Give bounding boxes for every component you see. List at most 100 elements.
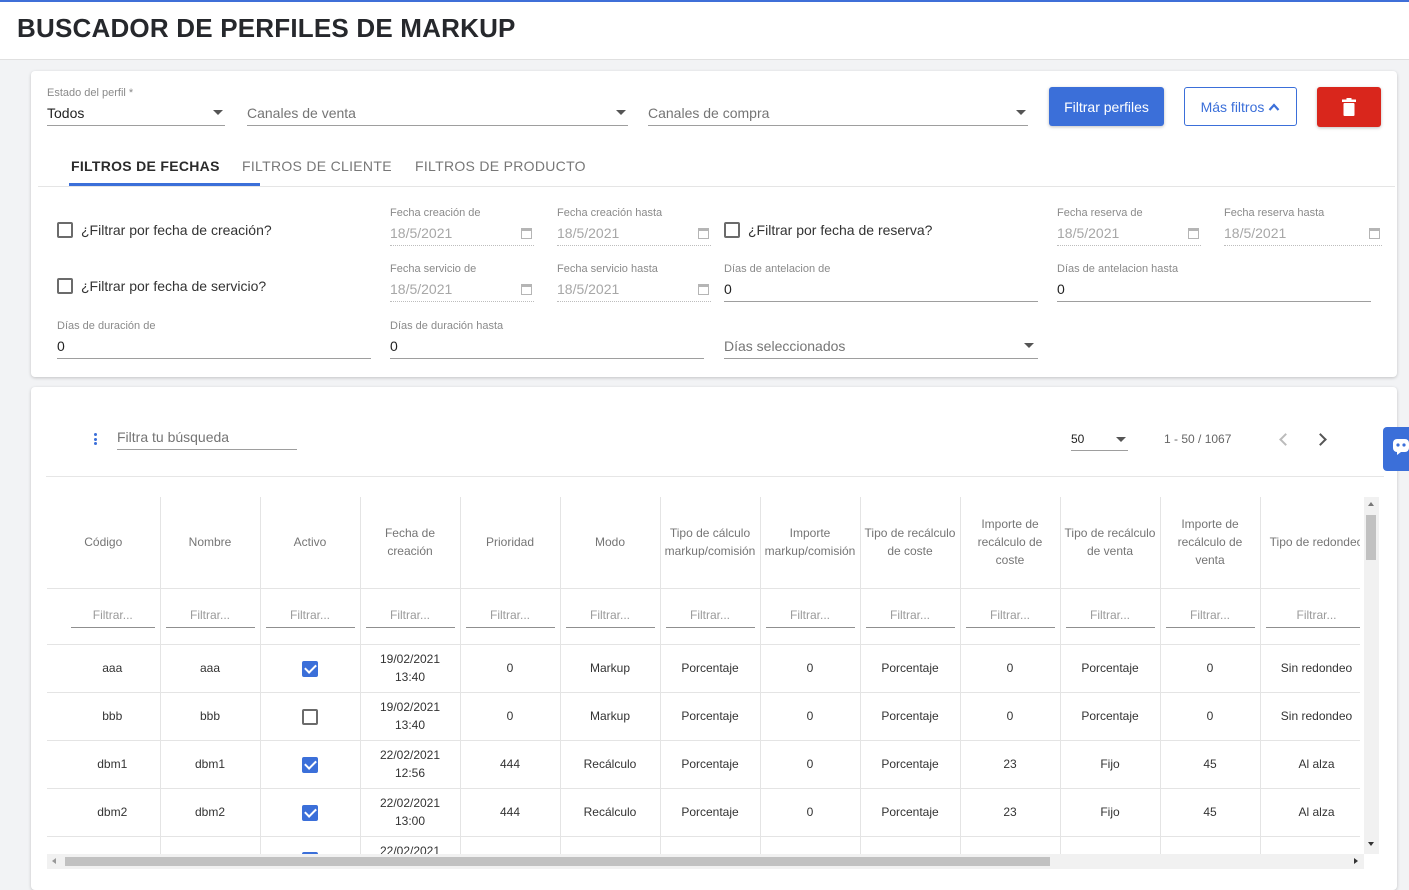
column-filter[interactable]: Filtrar...: [660, 588, 761, 645]
col-header[interactable]: Código: [47, 497, 161, 589]
column-filter[interactable]: Filtrar...: [860, 588, 961, 645]
filtrar-perfiles-label: Filtrar perfiles: [1064, 98, 1149, 115]
cell-tipo-coste: Porcentaje: [860, 740, 961, 789]
support-chat-tab[interactable]: [1383, 427, 1409, 471]
table-row[interactable]: dbm2 dbm2 22/02/2021 13:00 444 Recálculo …: [47, 788, 1360, 837]
activo-checkbox[interactable]: [302, 708, 318, 725]
calendar-icon[interactable]: [1188, 228, 1199, 239]
servicio-checkbox[interactable]: [57, 278, 73, 294]
calendar-icon[interactable]: [1369, 228, 1380, 239]
column-filter-input[interactable]: Filtrar...: [1065, 606, 1155, 628]
col-header[interactable]: Importe markup/comisión: [760, 497, 861, 589]
antelacion-hasta-field[interactable]: Días de antelacion hasta 0: [1057, 263, 1371, 303]
duracion-hasta-label: Días de duración hasta: [390, 320, 504, 332]
col-header[interactable]: Prioridad: [460, 497, 561, 589]
scroll-right-arrow-icon[interactable]: [1354, 858, 1358, 864]
creacion-checkbox[interactable]: [57, 222, 73, 238]
page-title: BUSCADOR DE PERFILES DE MARKUP: [17, 13, 516, 43]
duracion-de-field[interactable]: Días de duración de 0: [57, 320, 371, 360]
column-filter[interactable]: Filtrar...: [960, 588, 1061, 645]
fecha-reserva-de-value: 18/5/2021: [1057, 225, 1120, 241]
fecha-servicio-de-field[interactable]: Fecha servicio de 18/5/2021: [390, 263, 534, 303]
scroll-up-arrow-icon[interactable]: [1368, 502, 1374, 506]
fecha-reserva-de-field[interactable]: Fecha reserva de 18/5/2021: [1057, 207, 1201, 247]
dias-seleccionados-select[interactable]: Días seleccionados: [724, 320, 1038, 360]
antelacion-de-field[interactable]: Días de antelacion de 0: [724, 263, 1038, 303]
horizontal-scroll-thumb[interactable]: [65, 857, 1050, 866]
next-page-icon[interactable]: [1314, 433, 1327, 446]
calendar-icon[interactable]: [521, 284, 532, 295]
calendar-icon[interactable]: [698, 228, 709, 239]
column-filter-input[interactable]: Filtrar...: [865, 606, 955, 628]
calendar-icon[interactable]: [698, 284, 709, 295]
column-filter-input[interactable]: Filtrar...: [265, 606, 355, 628]
column-filter-input[interactable]: Filtrar...: [1165, 606, 1255, 628]
col-header[interactable]: Activo: [260, 497, 361, 589]
fecha-reserva-hasta-field[interactable]: Fecha reserva hasta 18/5/2021: [1224, 207, 1382, 247]
canales-venta-select[interactable]: Canales de venta: [247, 87, 628, 127]
scroll-left-arrow-icon[interactable]: [52, 858, 56, 864]
col-header[interactable]: Modo: [560, 497, 661, 589]
column-filter[interactable]: Filtrar...: [360, 588, 461, 645]
activo-checkbox[interactable]: [302, 804, 318, 821]
activo-checkbox[interactable]: [302, 660, 318, 677]
scroll-down-arrow-icon[interactable]: [1368, 842, 1374, 846]
table-row[interactable]: dbm1 dbm1 22/02/2021 12:56 444 Recálculo …: [47, 740, 1360, 789]
column-filter-input[interactable]: Filtrar...: [565, 606, 655, 628]
col-header[interactable]: Fecha de creación: [360, 497, 461, 589]
column-filter-input[interactable]: Filtrar...: [365, 606, 455, 628]
column-filter-input[interactable]: Filtrar...: [165, 606, 255, 628]
col-header[interactable]: Tipo de cálculo markup/comisión: [660, 497, 761, 589]
vertical-scroll-thumb[interactable]: [1366, 515, 1376, 560]
column-filter-input[interactable]: Filtrar...: [1265, 606, 1360, 628]
column-filter[interactable]: Filtrar...: [1060, 588, 1161, 645]
column-filter[interactable]: Filtrar...: [1260, 588, 1360, 645]
fecha-servicio-hasta-field[interactable]: Fecha servicio hasta 18/5/2021: [557, 263, 711, 303]
cell-fecha-time: 12:56: [394, 766, 426, 780]
col-header[interactable]: Importe de recálculo de venta: [1160, 497, 1261, 589]
canales-compra-select[interactable]: Canales de compra: [648, 87, 1028, 127]
column-filter-input[interactable]: Filtrar...: [965, 606, 1055, 628]
page-header: BUSCADOR DE PERFILES DE MARKUP: [0, 2, 1409, 60]
column-filter[interactable]: Filtrar...: [1160, 588, 1261, 645]
cell-tipo-calculo: Porcentaje: [660, 740, 761, 789]
reserva-checkbox[interactable]: [724, 222, 740, 238]
column-filter-input[interactable]: Filtrar...: [765, 606, 855, 628]
activo-checkbox[interactable]: [302, 756, 318, 773]
column-filter-input[interactable]: Filtrar...: [71, 606, 155, 628]
search-input[interactable]: Filtra tu búsqueda: [117, 427, 297, 451]
fecha-creacion-de-field[interactable]: Fecha creación de 18/5/2021: [390, 207, 534, 247]
column-filter[interactable]: Filtrar...: [560, 588, 661, 645]
column-filter[interactable]: Filtrar...: [260, 588, 361, 645]
column-filter[interactable]: Filtrar...: [160, 588, 261, 645]
col-header[interactable]: Tipo de recálculo de coste: [860, 497, 961, 589]
cell-activo: [260, 740, 361, 789]
column-filter[interactable]: Filtrar...: [460, 588, 561, 645]
column-filter-input[interactable]: Filtrar...: [465, 606, 555, 628]
estado-select[interactable]: Estado del perfil * Todos: [47, 87, 225, 127]
tab-filtros-cliente[interactable]: FILTROS DE CLIENTE: [242, 158, 392, 174]
column-filter-input[interactable]: Filtrar...: [665, 606, 755, 628]
duracion-hasta-field[interactable]: Días de duración hasta 0: [390, 320, 704, 360]
mas-filtros-button[interactable]: Más filtros: [1184, 87, 1297, 126]
col-header[interactable]: Tipo de recálculo de venta: [1060, 497, 1161, 589]
horizontal-scrollbar[interactable]: [47, 854, 1364, 869]
col-header[interactable]: Nombre: [160, 497, 261, 589]
column-filter[interactable]: Filtrar...: [47, 588, 161, 645]
tab-filtros-producto[interactable]: FILTROS DE PRODUCTO: [415, 158, 586, 174]
table-row[interactable]: bbb bbb 19/02/2021 13:40 0 Markup Porcent…: [47, 692, 1360, 741]
fecha-creacion-hasta-field[interactable]: Fecha creación hasta 18/5/2021: [557, 207, 711, 247]
column-menu-icon[interactable]: [94, 433, 98, 447]
col-header[interactable]: Tipo de redondeo: [1260, 497, 1360, 589]
page-size-select[interactable]: 50: [1071, 431, 1128, 451]
tabs-divider: [38, 186, 1395, 187]
table-row[interactable]: aaa aaa 19/02/2021 13:40 0 Markup Porcent…: [47, 644, 1360, 693]
tab-filtros-fechas[interactable]: FILTROS DE FECHAS: [71, 158, 220, 174]
delete-button[interactable]: [1317, 87, 1381, 127]
col-header[interactable]: Importe de recálculo de coste: [960, 497, 1061, 589]
prev-page-icon[interactable]: [1279, 433, 1292, 446]
column-filter[interactable]: Filtrar...: [760, 588, 861, 645]
calendar-icon[interactable]: [521, 228, 532, 239]
vertical-scrollbar[interactable]: [1364, 497, 1379, 854]
filtrar-perfiles-button[interactable]: Filtrar perfiles: [1049, 87, 1164, 126]
